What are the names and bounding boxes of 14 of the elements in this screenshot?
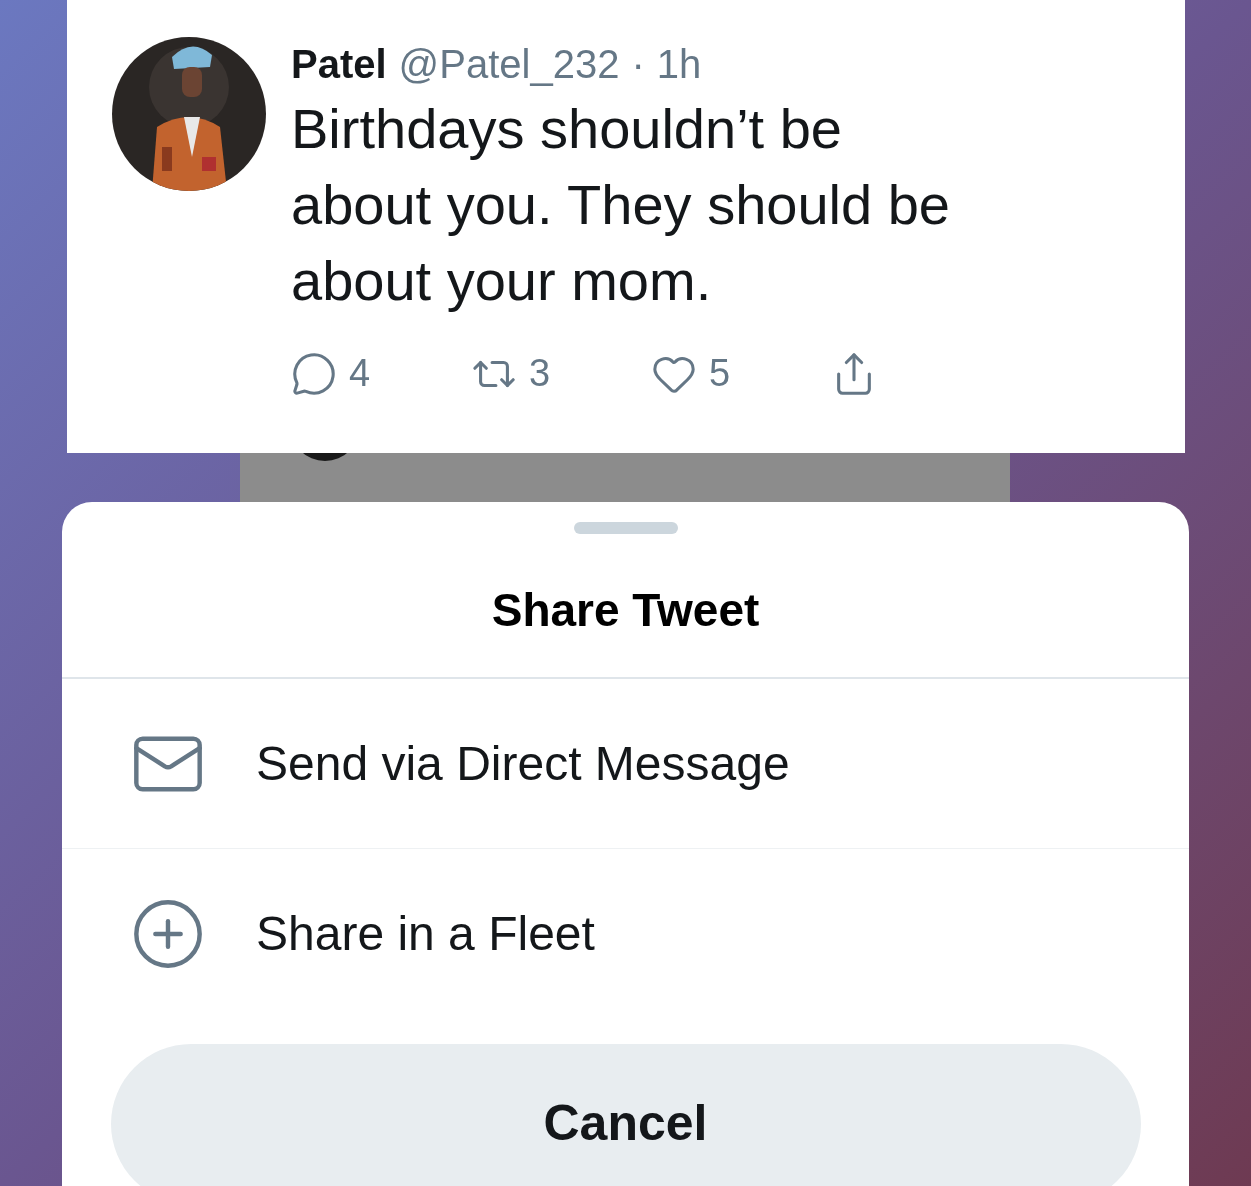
author-handle: @Patel_232	[398, 41, 620, 88]
action-count: 3	[529, 351, 551, 396]
tweet-text: Birthdays shouldn’t be about you. They should be about your mom.	[291, 96, 951, 314]
action-count: 4	[349, 351, 371, 396]
drag-handle[interactable]	[573, 522, 678, 534]
author-name: Patel	[291, 41, 387, 88]
action-count: 5	[709, 351, 731, 396]
share-option[interactable]: Send via Direct Message	[62, 679, 1189, 848]
cancel-button[interactable]: Cancel	[110, 1044, 1141, 1186]
comment-icon[interactable]	[291, 350, 337, 397]
share-option[interactable]: Share in a Fleet	[62, 849, 1189, 1018]
separator-dot: ·	[631, 41, 645, 88]
sheet-title: Share Tweet	[491, 583, 760, 638]
timestamp: 1h	[656, 41, 702, 88]
